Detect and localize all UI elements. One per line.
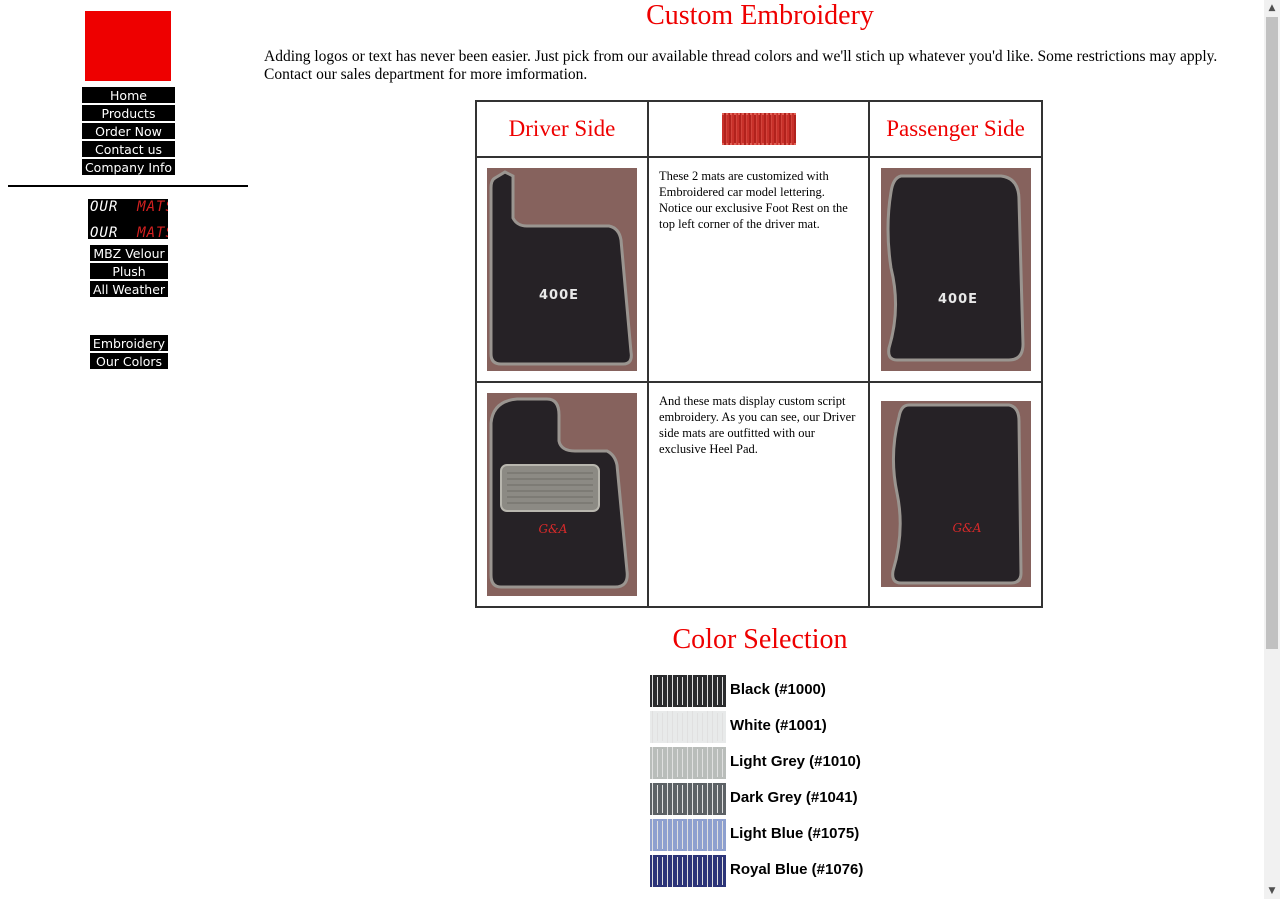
color-label: Black (#1000) (730, 681, 826, 698)
nav-our-colors[interactable]: Our Colors (89, 352, 169, 370)
color-swatch (650, 855, 726, 887)
color-item: Royal Blue (#1076) (649, 854, 909, 890)
nav-products[interactable]: Products (81, 104, 176, 122)
scroll-down-arrow-icon[interactable]: ▼ (1264, 883, 1280, 899)
vertical-scrollbar[interactable]: ▲ ▼ (1264, 0, 1280, 899)
sidebar-divider (8, 185, 248, 187)
site-logo[interactable] (85, 11, 171, 81)
our-mats-logo-text: OUR (90, 199, 119, 215)
row2-description: And these mats display custom script emb… (647, 381, 870, 608)
color-swatch (650, 819, 726, 851)
mat-script-lettering: G&A (539, 522, 568, 536)
driver-mat-script-image: G&A (487, 393, 637, 596)
driver-mat-cell-2: G&A (475, 381, 649, 608)
passenger-mat-cell: 400E (868, 156, 1043, 383)
nav-plush[interactable]: Plush (89, 262, 169, 280)
scroll-up-arrow-icon[interactable]: ▲ (1264, 0, 1280, 16)
color-item: Light Grey (#1010) (649, 746, 909, 782)
sidebar: Home Products Order Now Contact us Compa… (0, 0, 256, 899)
our-mats-logo[interactable]: OUR MATS OUR MATS (88, 199, 168, 239)
red-thread-swatch (721, 113, 796, 145)
nav-company-info[interactable]: Company Info (81, 158, 176, 176)
scrollbar-thumb[interactable] (1266, 17, 1278, 649)
color-swatch (650, 675, 726, 707)
our-mats-logo-text: OUR (90, 225, 119, 239)
color-swatch (650, 711, 726, 743)
driver-mat-cell: 400E (475, 156, 649, 383)
nav-contact-us[interactable]: Contact us (81, 140, 176, 158)
driver-mat-400e-image: 400E (487, 168, 637, 371)
passenger-side-header: Passenger Side (868, 100, 1043, 158)
nav-all-weather[interactable]: All Weather (89, 280, 169, 298)
color-item: Dark Grey (#1041) (649, 782, 909, 818)
thread-swatch-cell (647, 100, 870, 158)
passenger-mat-400e-image: 400E (880, 168, 1031, 371)
color-label: Dark Grey (#1041) (730, 789, 858, 806)
mats-table: Driver Side Passenger Side 400E These 2 … (475, 100, 1043, 608)
nav-embroidery[interactable]: Embroidery (89, 334, 169, 352)
color-item: Black (#1000) (649, 674, 909, 710)
color-selection-title: Color Selection (672, 624, 848, 655)
nav-order-now[interactable]: Order Now (81, 122, 176, 140)
nav-home[interactable]: Home (81, 86, 176, 104)
color-label: White (#1001) (730, 717, 827, 734)
row1-description: These 2 mats are customized with Embroid… (647, 156, 870, 383)
page-title: Custom Embroidery (646, 0, 874, 31)
mat-lettering-400e: 400E (539, 288, 579, 303)
driver-side-header: Driver Side (475, 100, 649, 158)
nav-mbz-velour[interactable]: MBZ Velour (89, 244, 169, 262)
mat-lettering-400e: 400E (937, 292, 977, 307)
our-mats-logo-text: MATS (137, 225, 168, 239)
passenger-mat-script-image: G&A (880, 401, 1031, 587)
passenger-mat-cell-2: G&A (868, 381, 1043, 608)
color-label: Light Blue (#1075) (730, 825, 860, 842)
our-mats-logo-text: MATS (137, 199, 168, 215)
color-item: Light Blue (#1075) (649, 818, 909, 854)
color-label: Light Grey (#1010) (730, 753, 861, 770)
color-swatch (650, 783, 726, 815)
color-swatch (650, 747, 726, 779)
color-item: White (#1001) (649, 710, 909, 746)
intro-paragraph: Adding logos or text has never been easi… (264, 48, 1218, 83)
color-label: Royal Blue (#1076) (730, 861, 864, 878)
mat-script-lettering: G&A (952, 521, 981, 535)
